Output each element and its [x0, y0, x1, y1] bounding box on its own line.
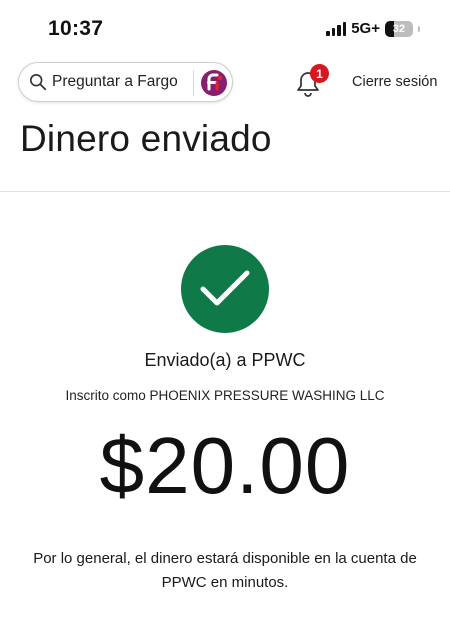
checkmark-icon: [200, 270, 250, 306]
recipient-enrolled-as: Inscrito como PHOENIX PRESSURE WASHING L…: [65, 388, 385, 403]
signal-icon: [326, 21, 347, 36]
notification-badge: 1: [310, 64, 329, 83]
success-badge: [181, 245, 269, 333]
status-time: 10:37: [48, 17, 104, 40]
status-bar: 10:37 5G+ 32: [0, 0, 450, 52]
fargo-logo-icon[interactable]: [200, 69, 228, 97]
search-icon: [29, 73, 47, 91]
page-title: Dinero enviado: [20, 118, 272, 159]
status-indicators: 5G+ 32: [326, 20, 420, 37]
availability-note: Por lo general, el dinero estará disponi…: [33, 550, 417, 591]
battery-cap: [418, 25, 420, 32]
recipient-heading: Enviado(a) a PPWC: [144, 350, 306, 370]
signout-link[interactable]: Cierre sesión: [352, 74, 437, 90]
ask-fargo-search[interactable]: Preguntar a Fargo: [18, 62, 233, 102]
notifications-button[interactable]: 1: [293, 64, 329, 98]
sent-amount: $20.00: [99, 421, 351, 510]
screen: 10:37 5G+ 32 Preguntar a Fargo 1 Cierre …: [0, 0, 450, 617]
battery-level: 32: [392, 22, 406, 35]
battery-icon: 32: [385, 20, 413, 37]
search-placeholder: Preguntar a Fargo: [52, 73, 178, 90]
pill-divider: [193, 70, 194, 96]
network-label: 5G+: [351, 20, 380, 37]
header-divider: [0, 191, 450, 192]
